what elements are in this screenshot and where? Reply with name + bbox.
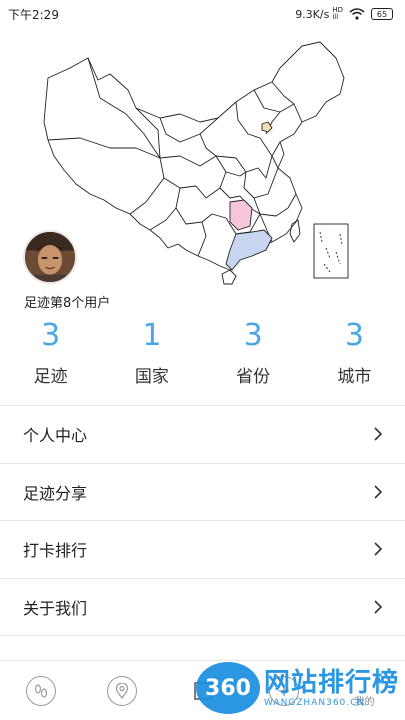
- wifi-icon: [349, 8, 365, 20]
- tab-footprints[interactable]: [0, 661, 81, 720]
- signal-bars: ill: [332, 13, 339, 21]
- hainan-island: [221, 269, 237, 285]
- menu-item-personal-center[interactable]: 个人中心: [0, 406, 405, 464]
- watermark-title: 网站排行榜: [264, 668, 400, 698]
- stat-label: 足迹: [33, 367, 68, 387]
- user-rank-text: 足迹第8个用户: [24, 296, 111, 311]
- stat-value: 3: [344, 318, 364, 353]
- watermark-text: 网站排行榜 WANGZHAN360.CN: [264, 668, 399, 708]
- status-icons: 9.3K/s HD ill 65: [295, 7, 393, 21]
- stat-countries[interactable]: 1 国家: [101, 318, 202, 387]
- menu-item-label: 关于我们: [23, 598, 88, 618]
- menu-item-label: 个人中心: [23, 426, 88, 446]
- stat-value: 1: [142, 318, 162, 353]
- stats-row: 3 足迹 1 国家 3 省份 3 城市: [0, 318, 405, 387]
- status-bar: 下午2:29 9.3K/s HD ill 65: [0, 0, 405, 28]
- highlight-region-pink: [229, 199, 253, 231]
- south-china-sea-inset: [313, 223, 349, 279]
- menu-item-label: 足迹分享: [23, 483, 88, 503]
- highlight-region-blue: [225, 229, 273, 271]
- stat-label: 国家: [134, 367, 169, 387]
- location-pin-icon: [106, 675, 137, 706]
- watermark-logo: 360 网站排行榜 WANGZHAN360.CN: [196, 656, 405, 720]
- menu-list: 个人中心 足迹分享 打卡排行 关于我们: [0, 405, 405, 636]
- chevron-right-icon: [374, 485, 383, 499]
- china-map-svg: [43, 41, 349, 285]
- footprint-map[interactable]: [40, 38, 365, 293]
- menu-item-label: 打卡排行: [23, 541, 88, 561]
- stat-footprints[interactable]: 3 足迹: [0, 318, 101, 387]
- chevron-right-icon: [374, 600, 383, 614]
- watermark-badge: 360: [196, 662, 260, 714]
- stat-value: 3: [41, 318, 61, 353]
- menu-item-footprint-share[interactable]: 足迹分享: [0, 464, 405, 521]
- stat-label: 省份: [236, 367, 271, 387]
- battery-icon: 65: [371, 8, 393, 20]
- menu-item-checkin-ranking[interactable]: 打卡排行: [0, 521, 405, 579]
- avatar-image: [25, 232, 75, 282]
- footprint-icon: [25, 675, 56, 706]
- signal-icon: HD ill: [332, 7, 343, 21]
- network-speed: 9.3K/s: [295, 7, 330, 21]
- avatar[interactable]: [23, 230, 77, 284]
- stat-provinces[interactable]: 3 省份: [203, 318, 304, 387]
- stat-cities[interactable]: 3 城市: [304, 318, 405, 387]
- watermark-subtitle: WANGZHAN360.CN: [264, 698, 366, 708]
- stat-value: 3: [243, 318, 263, 353]
- stat-label: 城市: [337, 367, 372, 387]
- menu-item-about-us[interactable]: 关于我们: [0, 579, 405, 636]
- chevron-right-icon: [374, 427, 383, 441]
- highlight-region-beige: [261, 121, 273, 133]
- status-time: 下午2:29: [8, 7, 59, 22]
- tab-map[interactable]: [81, 661, 162, 720]
- chevron-right-icon: [374, 542, 383, 556]
